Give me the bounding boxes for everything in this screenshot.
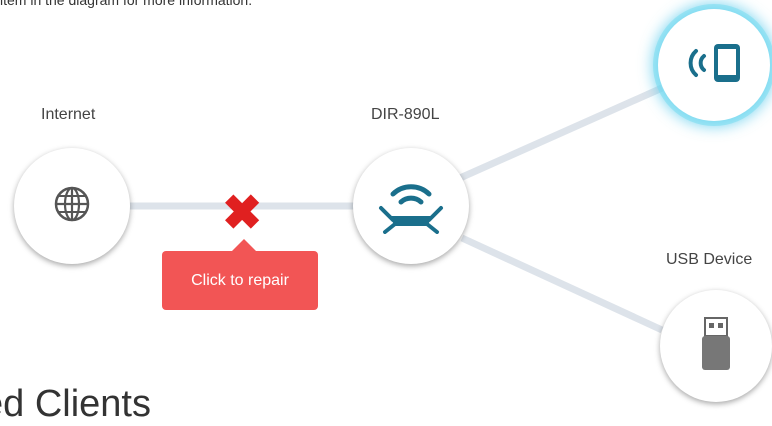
x-icon[interactable]: ✖	[222, 190, 262, 238]
tablet-wireless-icon	[682, 41, 746, 90]
internet-node[interactable]	[14, 148, 130, 264]
repair-button[interactable]: Click to repair	[162, 239, 318, 310]
usb-label: USB Device	[666, 251, 753, 268]
router-node[interactable]	[353, 148, 469, 264]
link-router-wireless	[458, 84, 664, 182]
internet-label: Internet	[41, 106, 96, 123]
link-router-usb	[460, 234, 664, 334]
repair-button-label: Click to repair	[191, 271, 289, 289]
globe-icon	[52, 184, 92, 229]
usb-drive-icon	[699, 316, 733, 377]
wireless-client-node[interactable]	[658, 9, 770, 121]
section-heading: ed Clients	[0, 383, 151, 425]
usb-device-node[interactable]	[660, 290, 772, 402]
router-label: DIR-890L	[371, 106, 440, 123]
router-icon	[375, 174, 447, 239]
